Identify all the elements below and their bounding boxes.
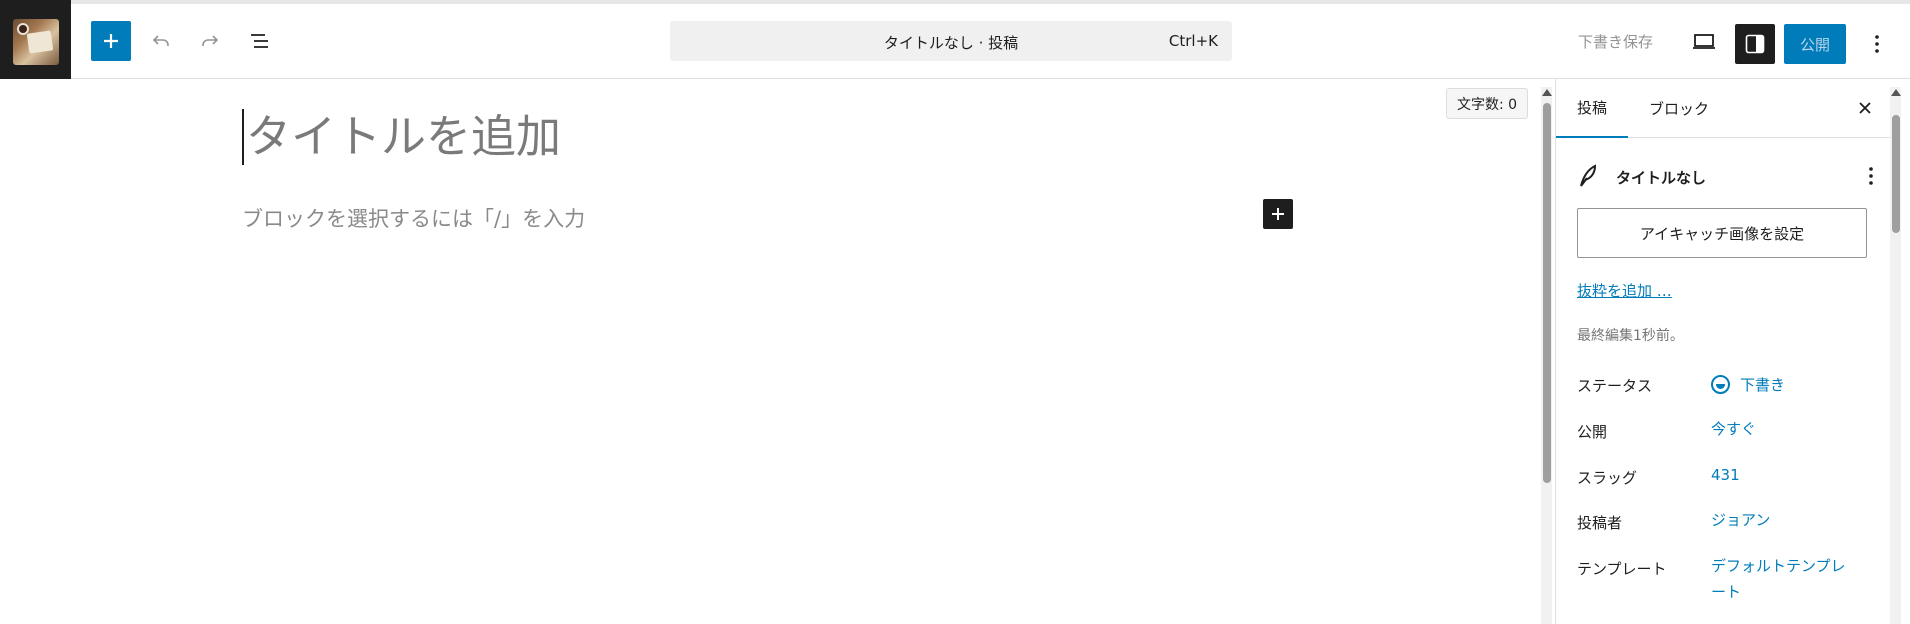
sidebar-scrollbar[interactable] xyxy=(1890,87,1901,624)
slug-label: スラッグ xyxy=(1577,469,1638,487)
settings-sidebar: 投稿 ブロック タイトルなし アイキャッチ画像を設定 抜粋を追加 … 最終編集1… xyxy=(1555,79,1910,624)
post-actions-button[interactable] xyxy=(1859,161,1883,191)
undo-button[interactable] xyxy=(141,21,181,61)
undo-icon xyxy=(152,35,169,46)
tab-post[interactable]: 投稿 xyxy=(1556,79,1629,138)
author-label: 投稿者 xyxy=(1577,514,1623,532)
command-palette-bar[interactable]: タイトルなし · 投稿 Ctrl+K xyxy=(670,21,1232,61)
last-edited-text: 最終編集1秒前。 xyxy=(1577,328,1684,344)
site-logo-image xyxy=(12,18,59,65)
document-overview-button[interactable] xyxy=(240,21,280,61)
more-vertical-icon xyxy=(1869,167,1873,185)
preview-button[interactable] xyxy=(1686,24,1722,60)
template-label: テンプレート xyxy=(1577,560,1667,578)
plus-icon xyxy=(1272,208,1284,220)
post-feather-icon xyxy=(1580,164,1597,187)
document-title: タイトルなし · 投稿 xyxy=(883,34,1019,52)
post-summary-header: タイトルなし xyxy=(1577,158,1877,194)
status-label: ステータス xyxy=(1577,377,1653,395)
sidebar-icon xyxy=(1745,34,1765,54)
sidebar-tabs: 投稿 ブロック xyxy=(1556,79,1892,138)
status-value-button[interactable]: 下書き xyxy=(1711,372,1861,398)
canvas-scrollbar[interactable] xyxy=(1541,87,1552,624)
plus-icon xyxy=(104,34,118,48)
keyboard-shortcut: Ctrl+K xyxy=(1168,32,1218,50)
close-sidebar-button[interactable] xyxy=(1847,90,1883,126)
post-title-input[interactable]: タイトルを追加 xyxy=(242,109,561,165)
site-icon-button[interactable] xyxy=(0,0,71,83)
tab-block[interactable]: ブロック xyxy=(1628,79,1730,138)
editor-header: タイトルなし · 投稿 Ctrl+K 下書き保存 公開 xyxy=(0,0,1910,83)
save-draft-button[interactable]: 下書き保存 xyxy=(1578,31,1653,52)
redo-button[interactable] xyxy=(190,21,230,61)
scroll-up-arrow-icon[interactable] xyxy=(1541,89,1552,96)
set-featured-image-button[interactable]: アイキャッチ画像を設定 xyxy=(1577,208,1867,258)
author-value-button[interactable]: ジョアン xyxy=(1711,507,1861,533)
word-count-badge: 文字数: 0 xyxy=(1446,88,1529,119)
empty-paragraph-block[interactable]: ブロックを選択するには「/」を入力 xyxy=(242,203,585,233)
settings-toggle-button[interactable] xyxy=(1735,24,1775,64)
add-excerpt-link[interactable]: 抜粋を追加 … xyxy=(1577,280,1672,301)
desktop-preview-icon xyxy=(1693,34,1715,49)
options-menu-button[interactable] xyxy=(1865,24,1889,64)
scrollbar-thumb[interactable] xyxy=(1892,115,1900,233)
draft-status-icon xyxy=(1711,375,1730,394)
list-view-icon xyxy=(251,34,268,48)
scrollbar-thumb[interactable] xyxy=(1543,103,1551,483)
publish-label: 公開 xyxy=(1577,423,1608,441)
status-value: 下書き xyxy=(1740,376,1786,394)
editor-canvas: 文字数: 0 タイトルを追加 ブロックを選択するには「/」を入力 xyxy=(0,79,1552,624)
inline-block-inserter-button[interactable] xyxy=(1263,199,1293,229)
publish-button[interactable]: 公開 xyxy=(1784,24,1846,64)
scroll-up-arrow-icon[interactable] xyxy=(1890,89,1901,96)
redo-icon xyxy=(202,35,219,46)
more-vertical-icon xyxy=(1875,35,1879,53)
slug-value-button[interactable]: 431 xyxy=(1711,462,1861,488)
post-title-label: タイトルなし xyxy=(1616,169,1707,187)
block-inserter-button[interactable] xyxy=(91,21,131,61)
template-value-button[interactable]: デフォルトテンプレート xyxy=(1711,553,1851,605)
close-icon xyxy=(1859,102,1871,114)
publish-date-button[interactable]: 今すぐ xyxy=(1711,416,1861,442)
